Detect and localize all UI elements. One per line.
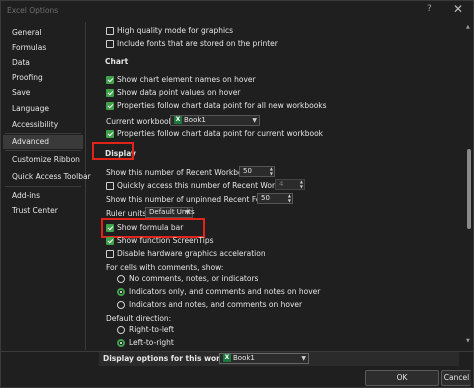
- formula-bar-highlight: [101, 218, 205, 238]
- unpinned-folders-value: 50: [261, 194, 270, 202]
- quick-access-recent-checkbox[interactable]: [106, 182, 114, 190]
- high-quality-graphics-checkbox[interactable]: [106, 27, 114, 35]
- recent-workbooks-value: 50: [243, 167, 252, 175]
- indicators-only-label: Indicators only, and comments and notes …: [129, 287, 321, 296]
- recent-workbooks-spinner[interactable]: 50 ▲ ▼: [239, 166, 275, 177]
- unpinned-folders-label: Show this number of unpinned Recent Fold…: [106, 195, 282, 204]
- function-screentips-checkbox[interactable]: [106, 237, 114, 245]
- chart-section-heading: Chart: [101, 55, 459, 68]
- follow-data-point-new-label: Properties follow chart data point for a…: [117, 101, 327, 110]
- options-scrollbar[interactable]: ▲ ▼: [465, 22, 473, 350]
- indicators-and-notes-radio[interactable]: [117, 301, 125, 309]
- sidebar-divider: [5, 186, 81, 187]
- chevron-down-icon: ▼: [185, 209, 190, 216]
- disable-hw-acceleration-checkbox[interactable]: [106, 250, 114, 258]
- function-screentips-label: Show function ScreenTips: [117, 236, 214, 245]
- help-icon[interactable]: ?: [427, 4, 432, 14]
- left-to-right-radio[interactable]: [117, 339, 125, 347]
- disable-hw-acceleration-label: Disable hardware graphics acceleration: [117, 249, 266, 258]
- indicators-only-radio[interactable]: [117, 288, 125, 296]
- dialog-title: Excel Options: [7, 6, 59, 15]
- sidebar-item-formulas[interactable]: Formulas: [3, 41, 83, 55]
- ok-button[interactable]: OK: [365, 370, 439, 386]
- title-bar: Excel Options ? ✕: [1, 1, 473, 21]
- close-icon[interactable]: ✕: [453, 2, 463, 16]
- no-comments-radio[interactable]: [117, 275, 125, 283]
- scroll-thumb[interactable]: [467, 149, 471, 229]
- chart-element-names-checkbox[interactable]: [106, 76, 114, 84]
- sidebar-item-language[interactable]: Language: [3, 102, 83, 116]
- current-workbook-dropdown[interactable]: X Book1 ▼: [170, 115, 260, 126]
- scroll-up-icon[interactable]: ▲: [466, 24, 470, 30]
- high-quality-graphics-label: High quality mode for graphics: [117, 26, 234, 35]
- ruler-units-label: Ruler units: [106, 209, 147, 218]
- follow-data-point-new-checkbox[interactable]: [106, 102, 114, 110]
- sidebar-item-data[interactable]: Data: [3, 56, 83, 70]
- display-section-heading: Display: [101, 147, 459, 160]
- sidebar-item-save[interactable]: Save: [3, 86, 83, 100]
- display-heading-highlight: [92, 142, 134, 160]
- sidebar: General Formulas Data Proofing Save Lang…: [1, 22, 91, 350]
- sidebar-item-trust-center[interactable]: Trust Center: [3, 204, 83, 218]
- quick-access-recent-value: 4: [279, 180, 284, 188]
- sidebar-divider: [5, 150, 81, 151]
- right-to-left-label: Right-to-left: [129, 325, 174, 334]
- right-to-left-radio[interactable]: [117, 326, 125, 334]
- sidebar-item-general[interactable]: General: [3, 26, 83, 40]
- include-printer-fonts-checkbox[interactable]: [106, 40, 114, 48]
- spinner-arrows-icon[interactable]: ▲ ▼: [270, 166, 273, 176]
- left-to-right-label: Left-to-right: [129, 338, 174, 347]
- sidebar-item-advanced[interactable]: Advanced: [3, 135, 83, 149]
- recent-workbooks-label: Show this number of Recent Workbooks:: [106, 168, 258, 177]
- current-workbook-value: Book1: [184, 116, 206, 124]
- spinner-arrows-icon[interactable]: ▲ ▼: [288, 193, 291, 203]
- data-point-values-checkbox[interactable]: [106, 89, 114, 97]
- follow-data-point-current-checkbox[interactable]: [106, 130, 114, 138]
- no-comments-label: No comments, notes, or indicators: [129, 274, 259, 283]
- sidebar-item-proofing[interactable]: Proofing: [3, 71, 83, 85]
- excel-options-dialog: Excel Options ? ✕ General Formulas Data …: [0, 0, 474, 388]
- excel-workbook-icon: X: [174, 116, 182, 124]
- sidebar-item-accessibility[interactable]: Accessibility: [3, 118, 83, 132]
- cancel-button[interactable]: Cancel: [441, 370, 471, 386]
- ruler-units-dropdown[interactable]: Default Units ▼: [145, 207, 195, 218]
- options-content: High quality mode for graphics Include f…: [87, 22, 465, 350]
- follow-data-point-current-label: Properties follow chart data point for c…: [117, 129, 324, 138]
- chevron-down-icon: ▼: [252, 117, 257, 124]
- scroll-down-icon[interactable]: ▼: [466, 338, 470, 344]
- spinner-arrows-icon[interactable]: ▲ ▼: [300, 179, 303, 189]
- dialog-footer: OK Cancel: [1, 351, 473, 388]
- indicators-and-notes-label: Indicators and notes, and comments on ho…: [129, 300, 303, 309]
- chart-element-names-label: Show chart element names on hover: [117, 75, 256, 84]
- unpinned-folders-spinner[interactable]: 50 ▲ ▼: [257, 193, 293, 204]
- default-direction-label: Default direction:: [106, 314, 172, 323]
- quick-access-recent-spinner[interactable]: 4 ▲ ▼: [275, 179, 305, 190]
- sidebar-item-quick-access-toolbar[interactable]: Quick Access Toolbar: [3, 170, 91, 184]
- sidebar-divider: [5, 133, 81, 134]
- include-printer-fonts-label: Include fonts that are stored on the pri…: [117, 39, 278, 48]
- sidebar-item-customize-ribbon[interactable]: Customize Ribbon: [3, 153, 83, 167]
- data-point-values-label: Show data point values on hover: [117, 88, 241, 97]
- comments-options-label: For cells with comments, show:: [106, 263, 224, 272]
- sidebar-item-add-ins[interactable]: Add-ins: [3, 189, 83, 203]
- current-workbook-label: Current workbook:: [106, 117, 176, 126]
